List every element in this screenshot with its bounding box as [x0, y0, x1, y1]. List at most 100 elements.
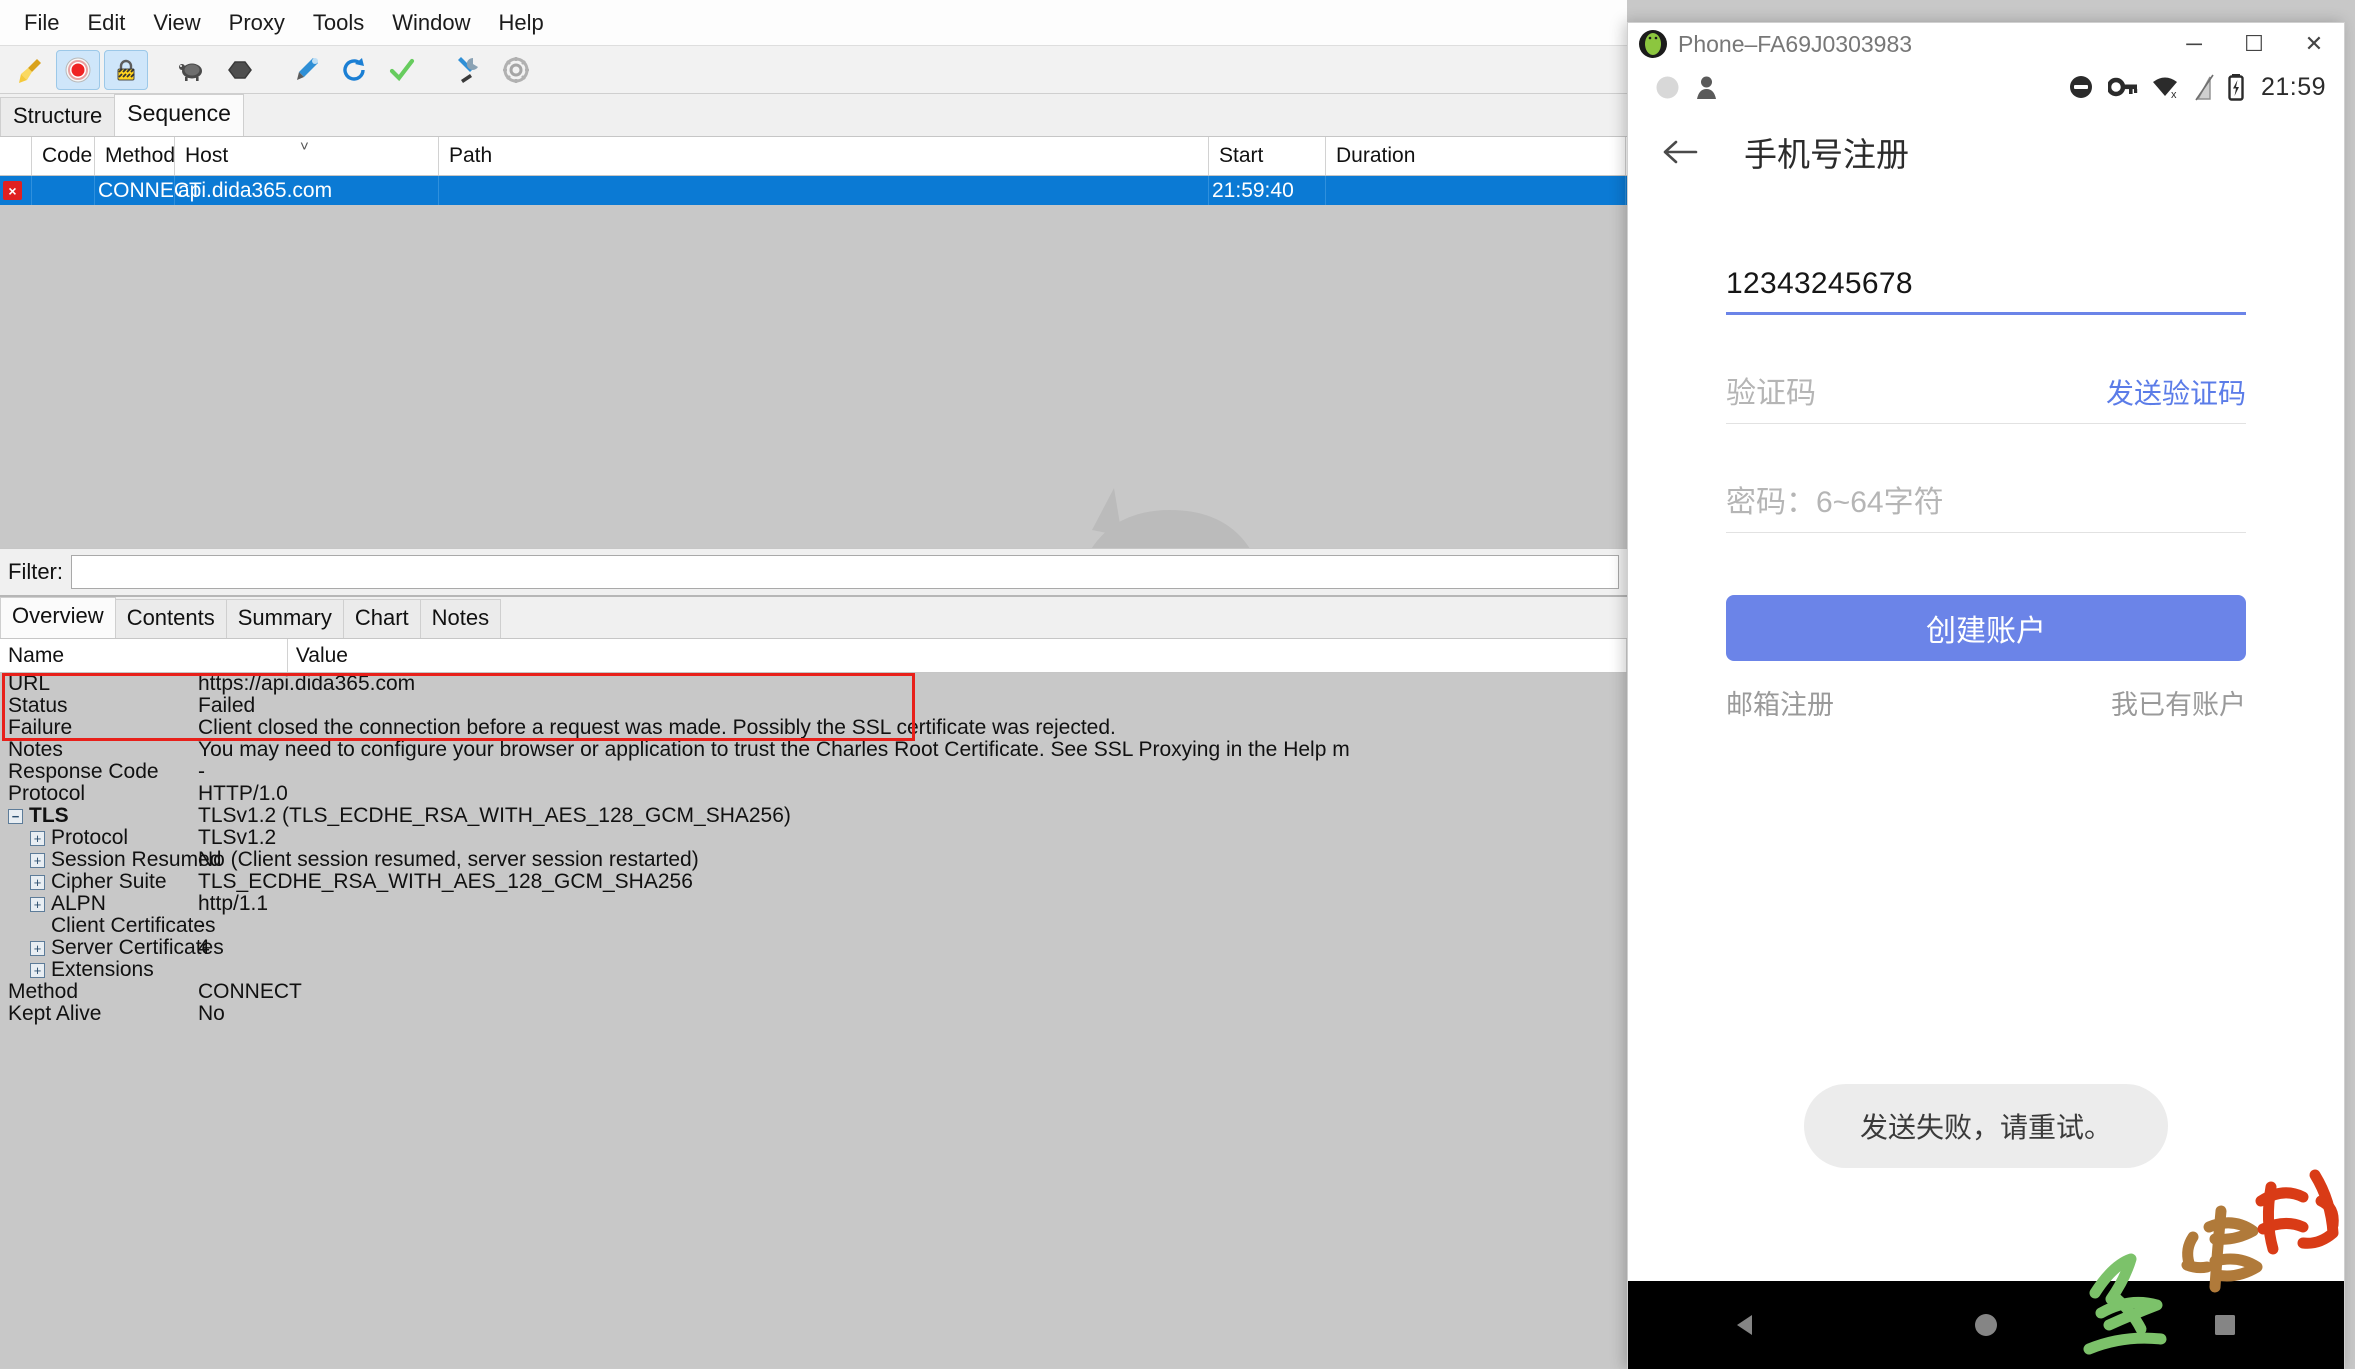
detail-row-value: https://api.dida365.com: [198, 673, 416, 695]
column-header-method[interactable]: Method: [95, 137, 175, 175]
table-row[interactable]: × CONNECT api.dida365.com 21:59:40: [0, 176, 1627, 205]
expand-plus-icon[interactable]: +: [30, 830, 45, 846]
expand-plus-icon[interactable]: +: [30, 962, 45, 978]
detail-row[interactable]: + Cipher Suite TLS_ECDHE_RSA_WITH_AES_128_…: [0, 870, 1627, 893]
detail-column-name[interactable]: Name: [0, 639, 288, 672]
menu-item-file[interactable]: File: [10, 6, 73, 40]
detail-row-value: No: [198, 1002, 225, 1025]
session-table-body[interactable]: × CONNECT api.dida365.com 21:59:40: [0, 176, 1627, 548]
maximize-button[interactable]: ☐: [2224, 23, 2284, 65]
compose-request-button[interactable]: [284, 50, 328, 90]
menu-item-tools[interactable]: Tools: [299, 6, 378, 40]
vpn-key-icon: [2107, 77, 2138, 97]
detail-table-body[interactable]: URL https://api.dida365.com Status Failed Fa…: [0, 673, 1627, 1368]
clear-session-icon: [19, 58, 41, 83]
column-header-start[interactable]: Start: [1209, 137, 1326, 175]
repeat-button[interactable]: [332, 50, 376, 90]
detail-name-text: Method: [8, 980, 79, 1003]
record-button[interactable]: [56, 49, 100, 90]
detail-row[interactable]: + Extensions: [0, 958, 1627, 981]
status-bar-icons: x 21:59: [2067, 73, 2326, 102]
detail-name-text: Protocol: [51, 826, 129, 849]
detail-row[interactable]: − TLS TLSv1.2 (TLS_ECDHE_RSA_WITH_AES_128_…: [0, 804, 1627, 828]
menu-item-view[interactable]: View: [139, 6, 214, 40]
back-arrow-icon[interactable]: [1662, 137, 1698, 167]
page-title: 手机号注册: [1744, 136, 1909, 173]
phone-field[interactable]: 12343245678: [1726, 195, 2246, 315]
column-header-code[interactable]: Code: [32, 137, 95, 175]
row-start-cell: 21:59:40: [1209, 176, 1326, 205]
verification-code-placeholder[interactable]: 验证码: [1726, 368, 1816, 423]
password-placeholder[interactable]: 密码：6~64字符: [1726, 477, 2246, 532]
filter-input[interactable]: [71, 555, 1619, 589]
ssl-proxying-button[interactable]: [104, 49, 148, 90]
menu-item-help[interactable]: Help: [485, 6, 558, 40]
detail-row-name: − TLS: [0, 804, 198, 828]
detail-column-value[interactable]: Value: [288, 639, 1627, 672]
nav-back-button[interactable]: [1730, 1308, 1764, 1342]
email-register-link[interactable]: 邮箱注册: [1726, 683, 1834, 722]
collapse-minus-icon[interactable]: −: [8, 808, 23, 824]
detail-row[interactable]: Method CONNECT: [0, 980, 1627, 1004]
create-account-button[interactable]: 创建账户: [1726, 595, 2246, 661]
password-field[interactable]: 密码：6~64字符: [1726, 477, 2246, 533]
expand-plus-icon[interactable]: +: [30, 852, 45, 868]
detail-row[interactable]: Kept Alive No: [0, 1002, 1627, 1026]
phone-window-titlebar[interactable]: Phone–FA69J0303983 ─ ☐ ✕: [1628, 23, 2344, 65]
detail-row-name: Status: [0, 694, 198, 718]
column-header-status[interactable]: [0, 137, 32, 175]
verification-code-field[interactable]: 验证码 发送验证码: [1726, 368, 2246, 424]
tab-overview[interactable]: Overview: [0, 597, 116, 638]
detail-row[interactable]: + Server Certificates 4: [0, 936, 1627, 959]
settings-gear-icon: [503, 56, 529, 83]
menu-item-edit[interactable]: Edit: [73, 6, 139, 40]
column-header-path[interactable]: Path: [439, 137, 1209, 175]
nav-recents-button[interactable]: [2208, 1308, 2242, 1342]
detail-row[interactable]: Failure Client closed the connection befo…: [0, 716, 1627, 739]
detail-name-text: Response Code: [8, 760, 159, 783]
have-account-link[interactable]: 我已有账户: [2111, 683, 2246, 722]
minimize-button[interactable]: ─: [2164, 23, 2224, 65]
tools-button[interactable]: [446, 50, 490, 90]
session-table-header: Code Method Host Path Start Duration ˅: [0, 136, 1627, 176]
menu-item-proxy[interactable]: Proxy: [215, 6, 299, 40]
detail-row[interactable]: + Protocol TLSv1.2: [0, 826, 1627, 849]
repeat-icon: [343, 57, 365, 81]
expand-plus-icon[interactable]: +: [30, 940, 45, 956]
tab-chart[interactable]: Chart: [342, 599, 421, 638]
phone-input-value[interactable]: 12343245678: [1726, 267, 2246, 312]
close-button[interactable]: ✕: [2284, 23, 2344, 65]
filter-label: Filter:: [8, 559, 63, 584]
detail-row[interactable]: + Session Resumed No (Client session resum…: [0, 848, 1627, 871]
tab-contents[interactable]: Contents: [114, 599, 227, 638]
register-screen: 手机号注册 12343245678 验证码 发送验证码 密码：6~64字符 创建…: [1628, 109, 2344, 1281]
throttle-button[interactable]: [170, 50, 214, 90]
expand-plus-icon[interactable]: +: [30, 896, 45, 912]
sort-chevron-down-icon: ˅: [300, 138, 309, 155]
menu-item-window[interactable]: Window: [378, 6, 484, 40]
detail-row[interactable]: Notes You may need to configure your brow…: [0, 738, 1627, 761]
validate-button[interactable]: [380, 50, 424, 90]
tab-sequence[interactable]: Sequence: [114, 94, 244, 136]
ssl-proxying-icon: [117, 59, 135, 80]
detail-name-text: Kept Alive: [8, 1002, 102, 1025]
send-code-button[interactable]: 发送验证码: [2106, 372, 2246, 412]
clear-session-button[interactable]: [8, 50, 52, 90]
detail-row[interactable]: URL https://api.dida365.com: [0, 673, 1627, 695]
verification-field-underline: [1726, 423, 2246, 424]
detail-row[interactable]: Protocol HTTP/1.0: [0, 782, 1627, 805]
detail-row-name: Kept Alive: [0, 1002, 198, 1026]
detail-row[interactable]: Status Failed: [0, 694, 1627, 718]
detail-row[interactable]: Client Certificates -: [0, 914, 1627, 937]
settings-button[interactable]: [494, 50, 538, 90]
column-header-duration[interactable]: Duration: [1326, 137, 1626, 175]
breakpoints-button[interactable]: [218, 50, 262, 90]
tab-summary[interactable]: Summary: [225, 599, 344, 638]
tab-structure[interactable]: Structure: [0, 97, 116, 136]
detail-row[interactable]: Response Code -: [0, 760, 1627, 783]
detail-row-name: Method: [0, 980, 198, 1004]
expand-plus-icon[interactable]: +: [30, 874, 45, 890]
detail-row[interactable]: + ALPN http/1.1: [0, 892, 1627, 915]
tab-notes[interactable]: Notes: [419, 599, 502, 638]
nav-home-button[interactable]: [1969, 1308, 2003, 1342]
